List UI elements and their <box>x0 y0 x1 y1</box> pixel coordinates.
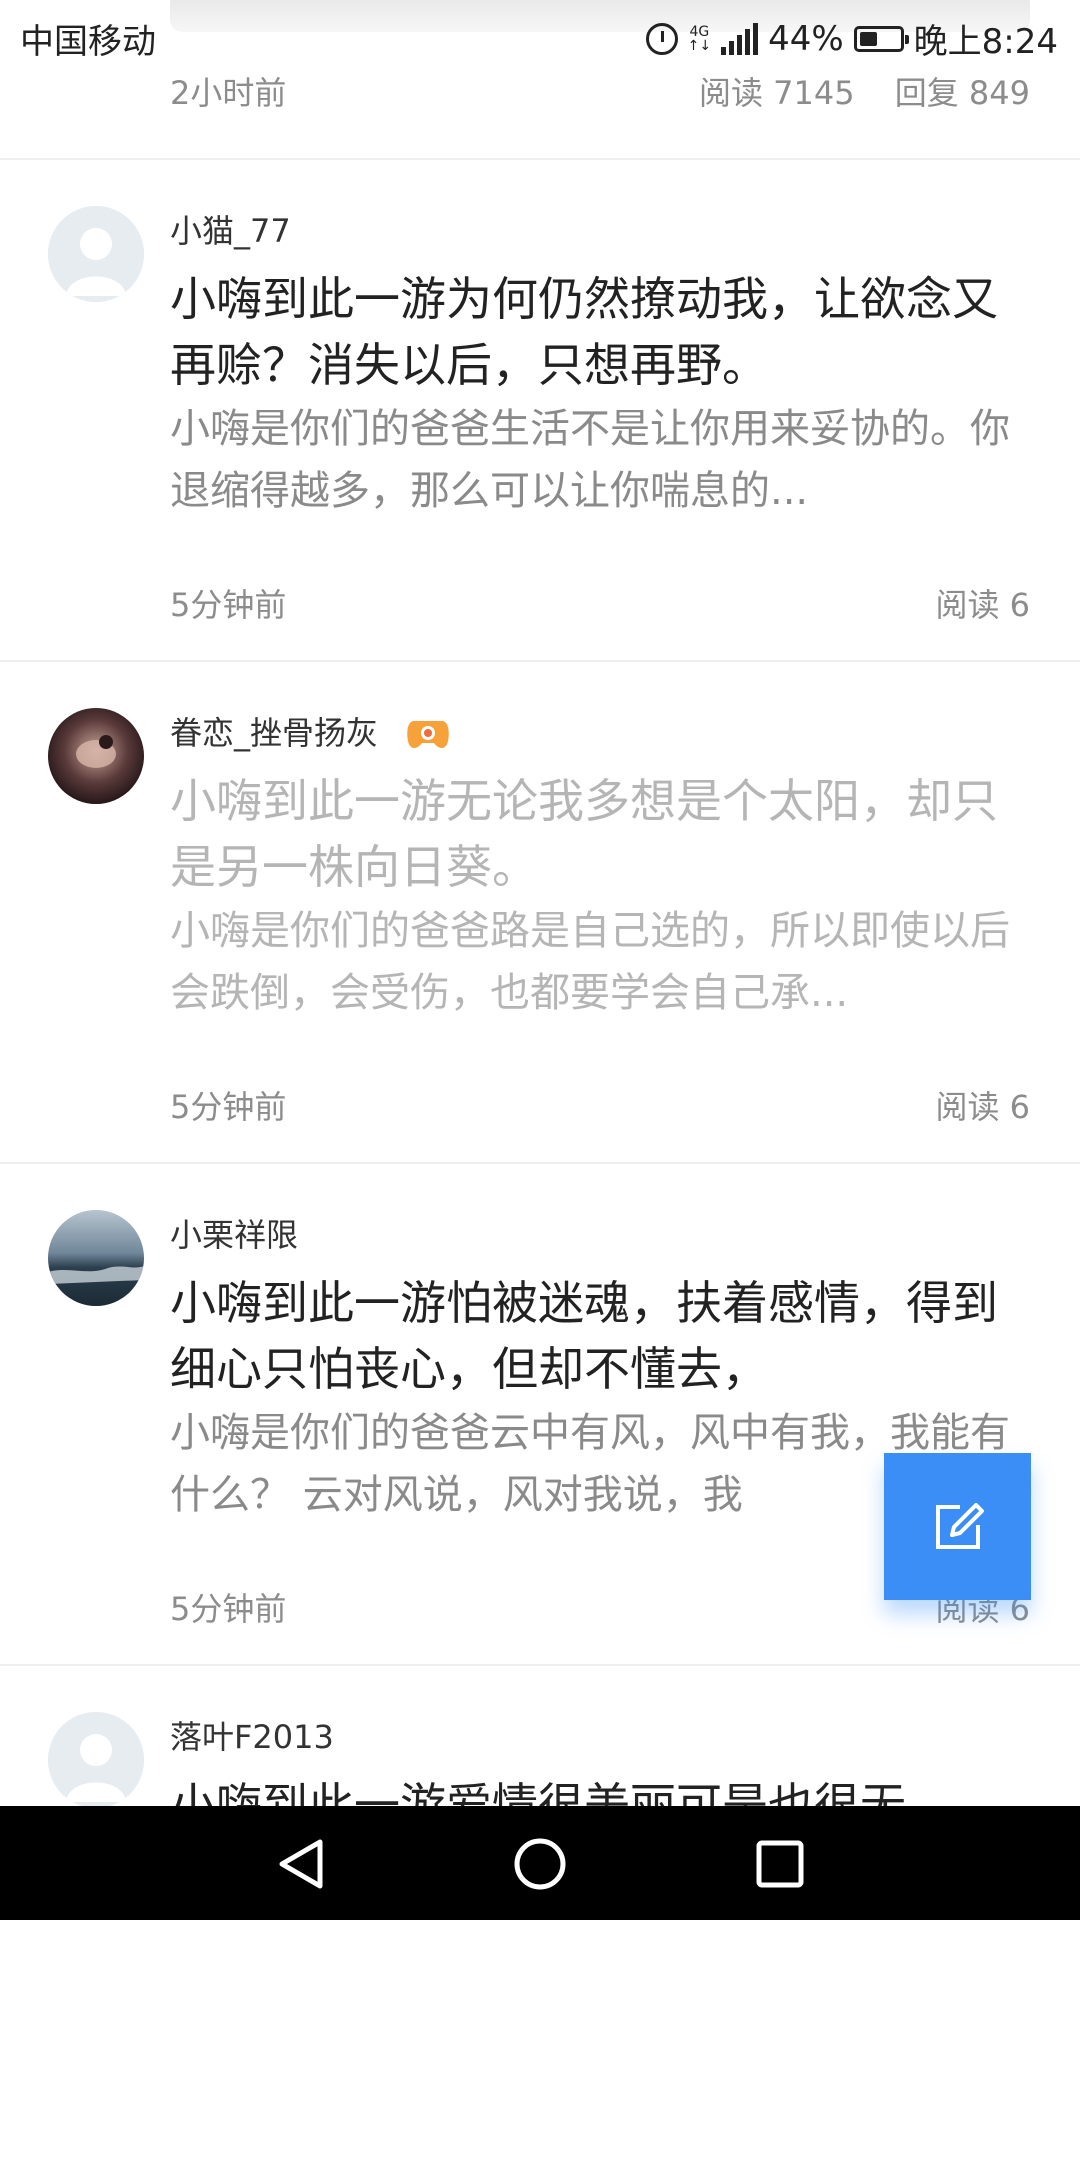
username[interactable]: 小猫_77 <box>170 206 291 252</box>
read-count: 阅读 6 <box>935 586 1030 624</box>
post-title: 小嗨到此一游无论我多想是个太阳，却只是另一株向日葵。 <box>170 774 998 894</box>
compose-button[interactable] <box>884 1453 1031 1600</box>
game-badge-icon <box>407 721 449 748</box>
battery-percent: 44% <box>768 18 844 59</box>
post-item[interactable]: 眷恋_挫骨扬灰 小嗨到此一游无论我多想是个太阳，却只是另一株向日葵。 小嗨是你们… <box>0 660 1080 1164</box>
edit-icon <box>935 1502 984 1549</box>
post-summary: 小嗨是你们的爸爸路是自己选的，所以即使以后会跌倒，会受伤，也都要学会自己承... <box>170 908 1010 1016</box>
avatar[interactable] <box>48 1210 144 1306</box>
system-nav-bar <box>0 1806 1080 1920</box>
carrier-name: 中国移动 <box>20 22 156 62</box>
network-type-icon: 4G ↑↓ <box>687 23 712 54</box>
read-count: 阅读 6 <box>935 1088 1030 1126</box>
home-icon[interactable] <box>510 1836 570 1892</box>
read-count: 阅读 7145 <box>698 74 855 112</box>
status-icons: 4G ↑↓ 44% 晚上8:24 <box>645 14 1058 63</box>
post-time: 5分钟前 <box>170 1088 287 1126</box>
reply-count: 回复 849 <box>894 74 1030 112</box>
username[interactable]: 落叶F2013 <box>170 1712 334 1758</box>
post-title: 小嗨到此一游为何仍然撩动我，让欲念又再赊？消失以后，只想再野。 <box>170 272 998 392</box>
post-time: 5分钟前 <box>170 1590 287 1628</box>
post-title: 小嗨到此一游怕被迷魂，扶着感情，得到细心只怕丧心，但却不懂去， <box>170 1276 998 1396</box>
battery-fill <box>859 31 877 46</box>
post-item[interactable]: 小猫_77 小嗨到此一游为何仍然撩动我，让欲念又再赊？消失以后，只想再野。 小嗨… <box>0 158 1080 662</box>
post-time: 5分钟前 <box>170 586 287 624</box>
avatar[interactable] <box>48 206 144 302</box>
signal-icon <box>721 22 759 55</box>
recents-icon[interactable] <box>750 1836 810 1892</box>
clock: 晚上8:24 <box>913 22 1058 62</box>
post-summary: 小嗨是你们的爸爸生活不是让你用来妥协的。你退缩得越多，那么可以让你喘息的... <box>170 406 1010 514</box>
battery-icon <box>853 25 909 52</box>
avatar[interactable] <box>48 708 144 804</box>
avatar[interactable] <box>48 1712 144 1808</box>
username[interactable]: 小栗祥限 <box>170 1210 298 1256</box>
username[interactable]: 眷恋_挫骨扬灰 <box>170 708 450 754</box>
back-icon[interactable] <box>272 1836 332 1892</box>
status-bar: 中国移动 4G ↑↓ 44% 晚上8:24 <box>0 0 1080 76</box>
alarm-icon <box>645 22 678 55</box>
